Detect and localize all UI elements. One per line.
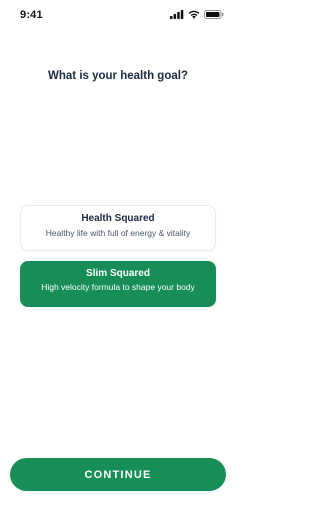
status-icons: [170, 10, 224, 19]
continue-button[interactable]: CONTINUE: [10, 458, 226, 491]
option-subtitle: Healthy life with full of energy & vital…: [45, 228, 191, 238]
goal-option-health-squared[interactable]: Health Squared Healthy life with full of…: [20, 205, 216, 251]
option-subtitle: High velocity formula to shape your body: [41, 282, 195, 292]
cellular-signal-icon: [170, 10, 184, 19]
status-bar: 9:41: [0, 0, 236, 30]
option-title: Slim Squared: [86, 268, 150, 279]
goal-option-slim-squared[interactable]: Slim Squared High velocity formula to sh…: [20, 261, 216, 307]
wifi-icon: [188, 10, 200, 19]
page-title: What is your health goal?: [48, 70, 188, 82]
battery-icon: [204, 10, 224, 19]
status-time: 9:41: [20, 9, 43, 21]
option-title: Health Squared: [81, 213, 155, 224]
